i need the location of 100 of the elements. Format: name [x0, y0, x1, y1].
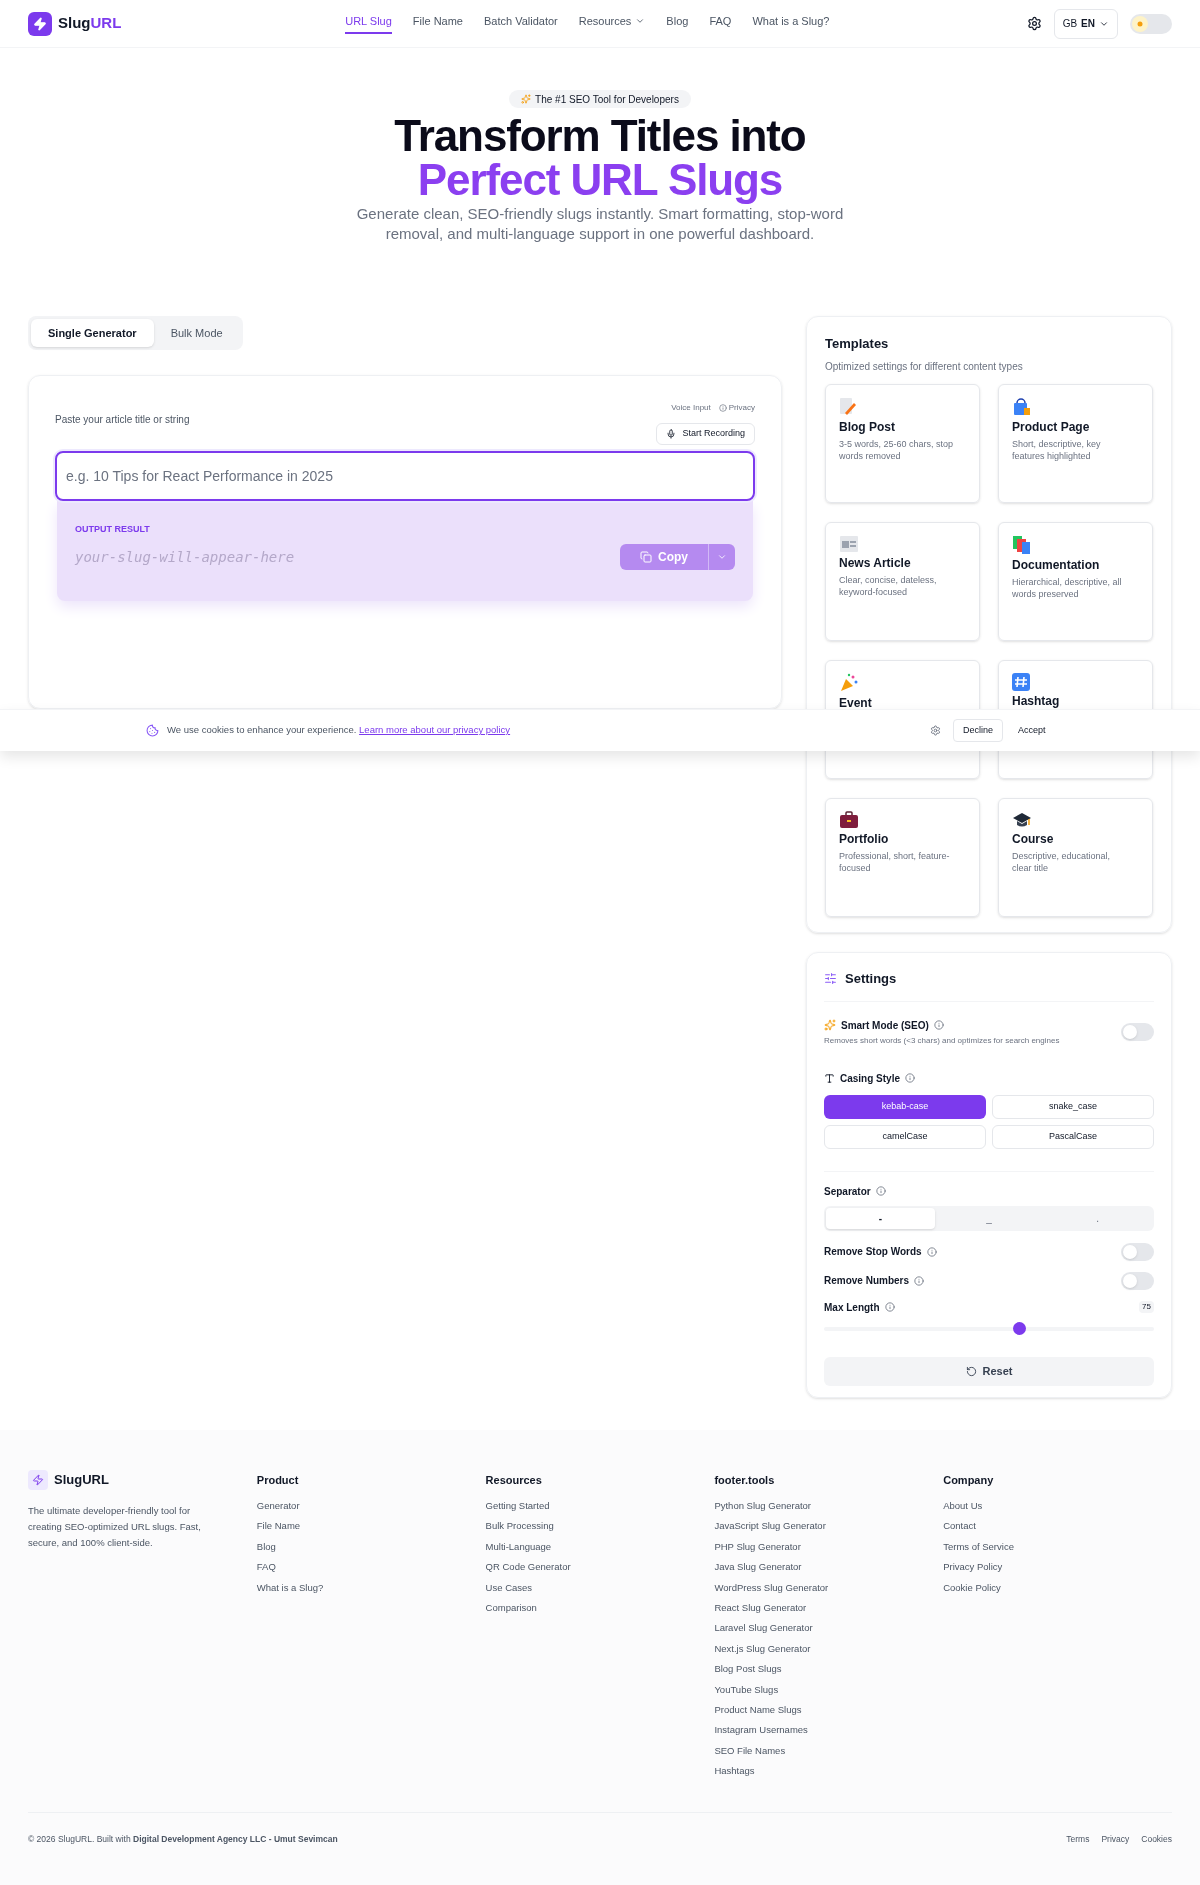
slider-thumb[interactable] [1012, 1321, 1026, 1335]
footer-link[interactable]: Generator [256, 1498, 486, 1515]
footer-link[interactable]: File Name [256, 1518, 486, 1535]
footer-link[interactable]: Getting Started [485, 1498, 715, 1515]
footer-link[interactable]: About Us [943, 1498, 1172, 1515]
template-description: Short, descriptive, key features highlighted [1012, 437, 1102, 462]
legal-link[interactable]: Terms [1066, 1833, 1090, 1846]
reset-button[interactable]: Reset [824, 1356, 1154, 1386]
decline-button[interactable]: Decline [953, 719, 1003, 742]
footer-link[interactable]: WordPress Slug Generator [714, 1579, 944, 1597]
footer-link[interactable]: SEO File Names [714, 1742, 944, 1760]
settings-title: Settings [845, 970, 897, 988]
casing-option[interactable]: kebab-case [824, 1094, 986, 1119]
template-card[interactable]: Blog Post 3-5 words, 25-60 chars, stop words removed [825, 383, 980, 503]
footer-heading: Product [256, 1472, 300, 1488]
slug-output: your-slug-will-appear-here [75, 547, 295, 567]
legal-link[interactable]: Cookies [1141, 1833, 1172, 1846]
template-card[interactable]: Portfolio Professional, short, feature-focused [825, 797, 980, 917]
nav-link[interactable]: Batch Validator [484, 12, 558, 35]
mode-tab[interactable]: Bulk Mode [153, 319, 240, 347]
privacy-policy-link[interactable]: Learn more about our privacy policy [359, 724, 511, 736]
info-icon[interactable] [914, 1275, 925, 1286]
footer-link[interactable]: YouTube Slugs [714, 1681, 944, 1699]
separator-option[interactable]: - [826, 1207, 935, 1229]
voice-input-label: Voice Input [671, 402, 711, 414]
footer-link[interactable]: Instagram Usernames [714, 1722, 944, 1739]
settings-icon[interactable] [1026, 16, 1042, 31]
privacy-link[interactable]: Privacy [718, 402, 755, 414]
toggle-switch[interactable] [1121, 1271, 1154, 1290]
accept-button[interactable]: Accept [1009, 719, 1055, 742]
footer-link[interactable]: Product Name Slugs [714, 1702, 944, 1719]
info-icon[interactable] [884, 1302, 895, 1312]
footer-link[interactable]: Comparison [485, 1600, 715, 1617]
casing-option[interactable]: PascalCase [992, 1124, 1154, 1149]
footer-link[interactable]: Hashtags [714, 1763, 944, 1780]
template-description: 3-5 words, 25-60 chars, stop words removed [839, 437, 955, 462]
shopping-bag-icon [1012, 396, 1032, 417]
separator-option[interactable]: . [1043, 1207, 1152, 1229]
template-name: News Article [839, 555, 912, 570]
nav-link[interactable]: What is a Slug? [752, 12, 830, 35]
sparkle-icon [521, 94, 532, 104]
language-selector[interactable]: GB EN [1053, 8, 1118, 39]
footer-link[interactable]: Multi-Language [485, 1538, 715, 1556]
hero-badge: The #1 SEO Tool for Developers [509, 90, 691, 108]
logo-text[interactable]: SlugURL [58, 12, 122, 35]
footer-link[interactable]: Java Slug Generator [714, 1559, 944, 1576]
footer-link[interactable]: PHP Slug Generator [714, 1538, 944, 1556]
footer-link[interactable]: Cookie Policy [943, 1579, 1172, 1597]
hash-icon [1012, 672, 1030, 691]
template-card[interactable]: Documentation Hierarchical, descriptive, all words preserved [998, 521, 1153, 641]
legal-link[interactable]: Privacy [1101, 1833, 1130, 1846]
template-card[interactable]: News Article Clear, concise, dateless, keyword-focused [825, 521, 980, 641]
footer-heading: footer.tools [714, 1472, 776, 1488]
footer-link[interactable]: What is a Slug? [256, 1579, 486, 1597]
footer-link[interactable]: Bulk Processing [485, 1518, 715, 1535]
footer-link[interactable]: Terms of Service [943, 1538, 1172, 1556]
setting-description: Removes short words (<3 chars) and optimizes for search engines [824, 1034, 1060, 1047]
briefcase-icon [839, 810, 859, 829]
templates-subtitle: Optimized settings for different content types [825, 359, 1024, 374]
info-icon[interactable] [905, 1073, 916, 1083]
nav-link[interactable]: Blog [666, 12, 689, 35]
nav-link[interactable]: File Name [412, 12, 463, 35]
toggle-switch[interactable] [1121, 1023, 1154, 1041]
template-name: Event [839, 695, 873, 710]
nav-link[interactable]: FAQ [709, 12, 732, 35]
info-icon[interactable] [926, 1246, 937, 1257]
template-name: Product Page [1012, 419, 1091, 434]
template-card[interactable]: Product Page Short, descriptive, key features highlighted [998, 383, 1153, 503]
template-card[interactable]: Course Descriptive, educational, clear title [998, 797, 1153, 917]
templates-title: Templates [825, 335, 890, 353]
footer-link[interactable]: Python Slug Generator [714, 1498, 944, 1515]
start-recording-button[interactable]: Start Recording [656, 423, 755, 445]
copyright-text: © 2026 SlugURL. Built with Digital Development Agency LLC - Umut Sevimcan [28, 1833, 338, 1846]
footer-link[interactable]: Use Cases [485, 1579, 715, 1597]
footer-link[interactable]: QR Code Generator [485, 1559, 715, 1576]
nav-link[interactable]: URL Slug [345, 12, 392, 35]
toggle-switch[interactable] [1121, 1242, 1154, 1261]
title-input-field[interactable]: e.g. 10 Tips for React Performance in 2025 [55, 451, 755, 501]
footer-link[interactable]: FAQ [256, 1559, 486, 1576]
footer-link[interactable]: JavaScript Slug Generator [714, 1518, 944, 1535]
nav-link[interactable]: Resources [578, 12, 646, 35]
footer-link[interactable]: React Slug Generator [714, 1600, 944, 1617]
setting-label: Separator [824, 1184, 871, 1199]
casing-option[interactable]: snake_case [992, 1094, 1154, 1119]
footer-link[interactable]: Blog Post Slugs [714, 1661, 944, 1678]
hero-subtitle: Generate clean, SEO-friendly slugs instantly. Smart formatting, stop-word removal, and multi-language support in one powerful dashboard. [355, 204, 845, 244]
info-icon[interactable] [933, 1020, 944, 1030]
footer-link[interactable]: Laravel Slug Generator [714, 1620, 944, 1637]
info-icon[interactable] [875, 1186, 886, 1196]
footer-link[interactable]: Privacy Policy [943, 1559, 1172, 1576]
casing-option[interactable]: camelCase [824, 1124, 986, 1149]
footer-link[interactable]: Blog [256, 1538, 486, 1556]
separator-option[interactable]: _ [934, 1207, 1044, 1229]
footer-link[interactable]: Contact [943, 1518, 1172, 1535]
theme-toggle[interactable] [1130, 13, 1172, 34]
setting-label: Smart Mode (SEO) [841, 1018, 929, 1033]
cookie-message: We use cookies to enhance your experience. Learn more about our privacy policy [167, 723, 511, 738]
template-description: Descriptive, educational, clear title [1012, 849, 1112, 874]
footer-link[interactable]: Next.js Slug Generator [714, 1640, 944, 1658]
mode-tab[interactable]: Single Generator [31, 319, 154, 347]
